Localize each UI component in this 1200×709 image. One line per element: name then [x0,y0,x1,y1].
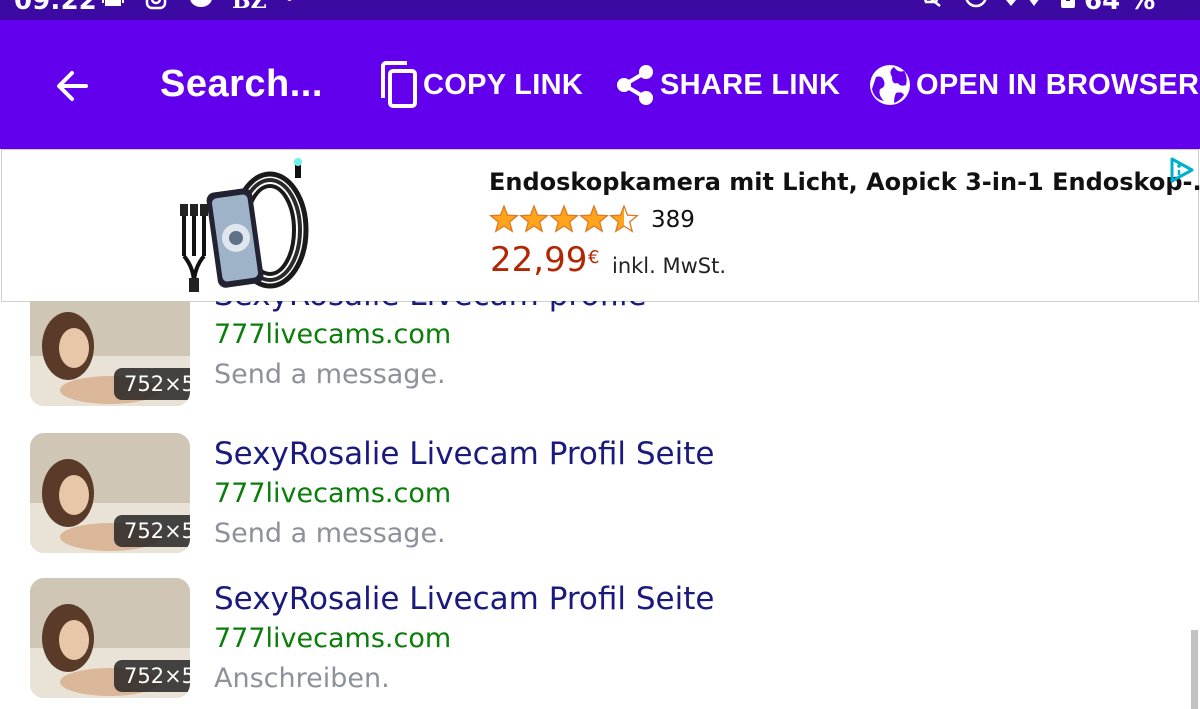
instagram-icon [145,0,167,10]
open-in-browser-button[interactable]: OPEN IN BROWSER [868,60,1199,110]
share-link-button[interactable]: SHARE LINK [614,60,840,110]
signal-icon [1029,0,1039,6]
share-link-label: SHARE LINK [660,68,841,101]
battery-icon [1061,0,1075,8]
share-icon [617,65,653,105]
ad-currency: € [588,247,600,268]
status-time: 09:22 [14,0,97,16]
result-snippet: Anschreiben. [214,663,390,694]
scrollbar-thumb[interactable] [1191,630,1198,709]
search-title[interactable]: Search... [160,63,323,106]
messenger-icon [190,0,212,7]
notification-dot-icon [287,0,292,1]
review-count: 389 [651,207,695,233]
result-title[interactable]: SexyRosalie Livecam profile [214,301,647,313]
ad-price: 22,99 [490,240,588,280]
status-bar: 09:22 BZ 64 % [0,0,1200,20]
result-url[interactable]: 777livecams.com [214,623,451,654]
bz-icon: BZ [232,0,267,14]
star-icon [579,205,609,233]
endoscope-product-image [180,158,309,292]
star-icon [519,205,549,233]
dnd-icon [965,0,987,8]
android-icon [102,0,124,6]
adchoices-icon[interactable] [1168,156,1196,184]
globe-icon [870,65,910,105]
copy-link-button[interactable]: COPY LINK [377,60,583,110]
star-icon [609,205,639,233]
image-dimensions: 752×564 [114,660,190,692]
copy-link-label: COPY LINK [423,68,584,101]
result-url[interactable]: 777livecams.com [214,319,451,350]
image-dimensions: 752×564 [114,368,190,400]
star-rating-icons [489,205,639,233]
app-bar: Search... COPY LINK SHARE LINK OPEN IN B… [0,20,1200,149]
ad-tax-note: inkl. MwSt. [612,254,727,278]
result-title[interactable]: SexyRosalie Livecam Profil Seite [214,581,714,617]
result-thumbnail[interactable]: 752×564 [30,301,190,406]
mute-icon [924,0,941,7]
results-list: 752×564 SexyRosalie Livecam profile 777l… [0,301,1200,709]
open-in-browser-label: OPEN IN BROWSER [916,68,1200,101]
result-item[interactable]: 752×564 SexyRosalie Livecam profile 777l… [0,301,1200,416]
result-item[interactable]: 752×564 SexyRosalie Livecam Profil Seite… [0,433,1200,563]
ad-title[interactable]: Endoskopkamera mit Licht, Aopick 3-in-1 … [489,168,1200,196]
battery-level: 64 % [1084,0,1156,16]
star-icon [489,205,519,233]
result-snippet: Send a message. [214,359,446,390]
copy-icon [381,61,417,108]
star-rating: 389 [489,205,695,235]
back-arrow-icon[interactable] [52,66,92,106]
result-item[interactable]: 752×564 SexyRosalie Livecam Profil Seite… [0,578,1200,708]
result-thumbnail[interactable]: 752×564 [30,433,190,553]
image-dimensions: 752×564 [114,515,190,547]
star-icon [549,205,579,233]
result-url[interactable]: 777livecams.com [214,478,451,509]
result-snippet: Send a message. [214,518,446,549]
ad-banner[interactable]: Endoskopkamera mit Licht, Aopick 3-in-1 … [1,149,1200,302]
wifi-icon [1006,0,1016,6]
result-title[interactable]: SexyRosalie Livecam Profil Seite [214,436,714,472]
result-thumbnail[interactable]: 752×564 [30,578,190,698]
